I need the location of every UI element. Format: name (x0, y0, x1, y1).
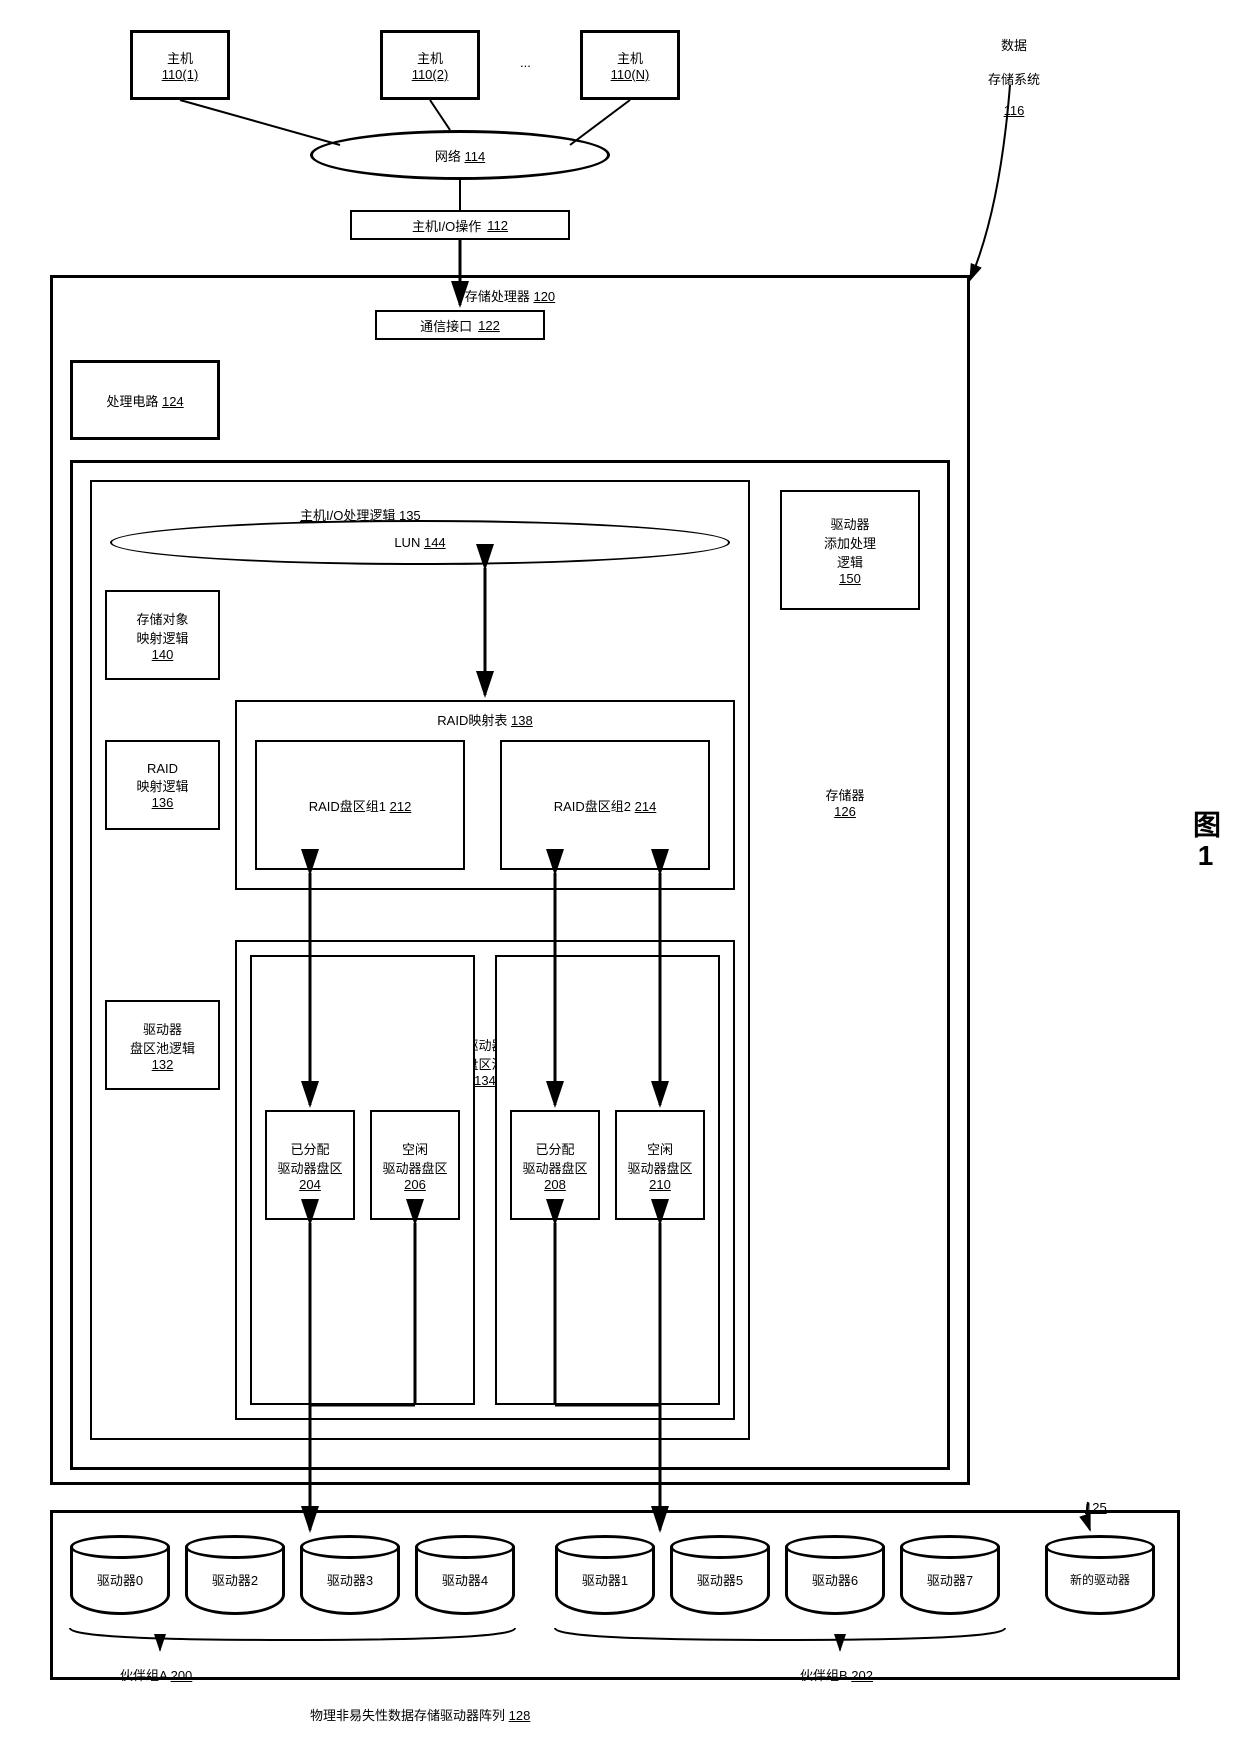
drive-add-logic-box: 驱动器 添加处理 逻辑 150 (780, 490, 920, 610)
processing-circuitry-box: 处理电路 124 (70, 360, 220, 440)
host-1-box: 主机 110(1) (130, 30, 230, 100)
free-extents-b-box: 空闲驱动器盘区210 (615, 1110, 705, 1220)
partner-b-label: 伙伴组B 202 (800, 1650, 873, 1684)
system-title: 数据 存储系统 116 (988, 20, 1040, 118)
allocated-extents-a-box: 已分配驱动器盘区204 (265, 1110, 355, 1220)
drive-7-icon: 驱动器7 (900, 1535, 1000, 1615)
storage-obj-map-box: 存储对象 映射逻辑 140 (105, 590, 220, 680)
drive-5-icon: 驱动器5 (670, 1535, 770, 1615)
new-drive-icon: 新的驱动器 (1045, 1535, 1155, 1615)
comm-interface-box: 通信接口122 (375, 310, 545, 340)
drive-6-icon: 驱动器6 (785, 1535, 885, 1615)
drive-2-icon: 驱动器2 (185, 1535, 285, 1615)
drive-1-icon: 驱动器1 (555, 1535, 655, 1615)
storage-system-diagram: 数据 存储系统 116 主机 110(1) 主机 110(2) ... 主机 1… (10, 10, 1230, 1743)
drive-0-icon: 驱动器0 (70, 1535, 170, 1615)
host-io-logic-label: 主机I/O处理逻辑 135 (300, 490, 421, 524)
host-io-ops-box: 主机I/O操作112 (350, 210, 570, 240)
figure-label: 图1 (1185, 810, 1225, 873)
free-extents-a-box: 空闲驱动器盘区206 (370, 1110, 460, 1220)
new-drive-ref: 125 (1085, 1485, 1107, 1515)
drive-array-label: 物理非易失性数据存储驱动器阵列 128 (310, 1690, 530, 1724)
drive-3-icon: 驱动器3 (300, 1535, 400, 1615)
hosts-ellipsis: ... (520, 55, 531, 70)
memory-label: 存储器126 (785, 770, 905, 819)
lun-ellipse: LUN 144 (110, 520, 730, 565)
host-n-box: 主机 110(N) (580, 30, 680, 100)
partner-a-label: 伙伴组A 200 (120, 1650, 192, 1684)
drive-pool-logic-box: 驱动器 盘区池逻辑 132 (105, 1000, 220, 1090)
network-ellipse: 网络 114 (310, 130, 610, 180)
host-2-box: 主机 110(2) (380, 30, 480, 100)
raid-map-logic-box: RAID 映射逻辑 136 (105, 740, 220, 830)
raid-extent-group-2-box: RAID盘区组2 214 (500, 740, 710, 870)
raid-extent-group-1-box: RAID盘区组1 212 (255, 740, 465, 870)
drive-4-icon: 驱动器4 (415, 1535, 515, 1615)
allocated-extents-b-box: 已分配驱动器盘区208 (510, 1110, 600, 1220)
